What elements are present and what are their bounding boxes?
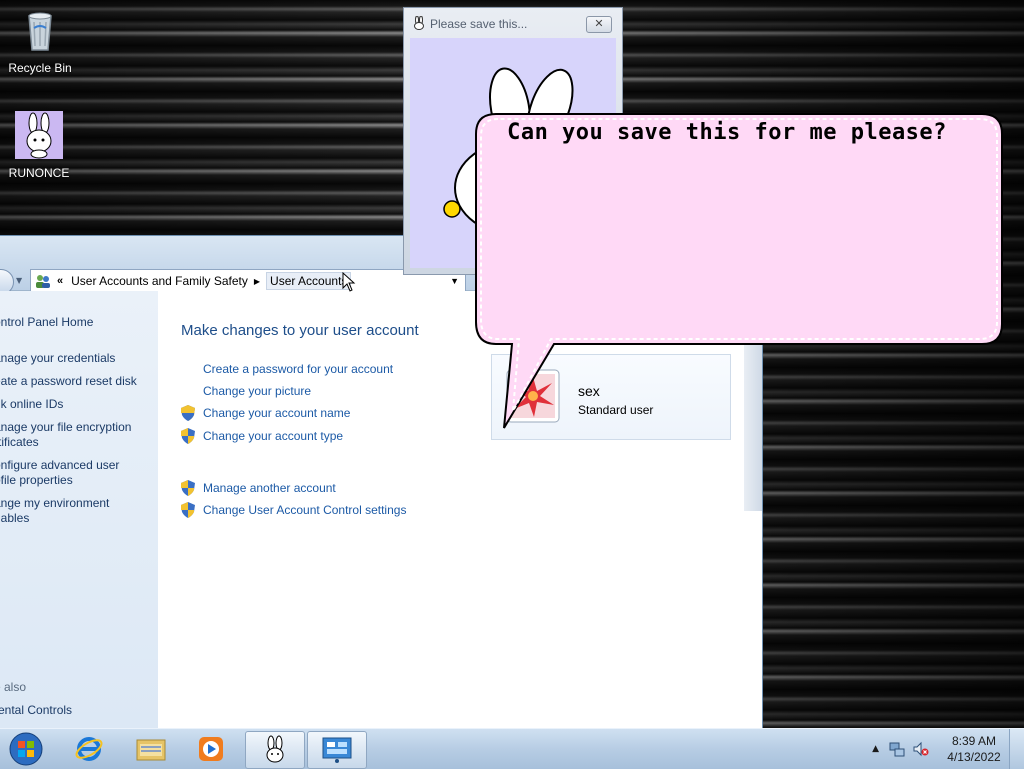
link-text-line: ofile properties bbox=[0, 473, 73, 487]
left-navigation-pane: ontrol Panel Home anage your credentials… bbox=[0, 291, 158, 730]
volume-muted-icon[interactable] bbox=[913, 741, 929, 757]
advanced-user-profile-link[interactable]: onfigure advanced user ofile properties bbox=[0, 458, 119, 488]
task-label: Change your account type bbox=[203, 429, 344, 443]
show-desktop-button[interactable] bbox=[1009, 729, 1024, 769]
link-text-line: ange my environment bbox=[0, 496, 110, 510]
uac-shield-icon bbox=[181, 405, 195, 421]
taskbar: ▲ 8:39 AM 4/13/2022 bbox=[0, 728, 1024, 769]
task-label: Create a password for your account bbox=[203, 362, 394, 376]
speech-bubble: Can you save this for me please? bbox=[442, 106, 1004, 436]
desktop-icon-recycle-bin[interactable]: Recycle Bin bbox=[2, 6, 78, 75]
password-reset-disk-link[interactable]: eate a password reset disk bbox=[0, 374, 137, 389]
task-label: Change User Account Control settings bbox=[203, 503, 407, 517]
change-account-name-link[interactable]: Change your account name bbox=[181, 405, 350, 421]
control-panel-icon bbox=[322, 737, 352, 763]
mouse-cursor-icon bbox=[342, 272, 356, 292]
internet-explorer-icon bbox=[75, 737, 103, 761]
link-text-line: rtificates bbox=[0, 435, 39, 449]
recycle-bin-icon bbox=[28, 12, 52, 51]
parental-controls-link[interactable]: rental Controls bbox=[0, 703, 72, 718]
windows-orb-icon bbox=[9, 732, 43, 766]
recent-pages-chevron-icon[interactable]: ▼ bbox=[16, 276, 22, 285]
task-label: Change your account name bbox=[203, 406, 351, 420]
create-password-link[interactable]: Create a password for your account bbox=[203, 362, 393, 376]
uac-shield-icon bbox=[181, 480, 195, 496]
taskbar-control-panel[interactable] bbox=[307, 731, 367, 769]
breadcrumb-user-accounts-family-safety[interactable]: User Accounts and Family Safety bbox=[71, 274, 248, 288]
bunny-icon bbox=[15, 111, 63, 159]
breadcrumb-user-accounts[interactable]: User Accounts bbox=[266, 272, 352, 290]
speech-bubble-shape bbox=[475, 113, 1003, 429]
uac-shield-icon bbox=[181, 502, 195, 518]
bunny-icon bbox=[266, 735, 284, 763]
breadcrumb-separator-icon[interactable]: ▶ bbox=[254, 277, 260, 286]
notification-area: ▲ 8:39 AM 4/13/2022 bbox=[872, 729, 1024, 769]
change-picture-link[interactable]: Change your picture bbox=[203, 384, 311, 398]
desktop-icon-label: Recycle Bin bbox=[8, 61, 72, 75]
speech-bubble-text: Can you save this for me please? bbox=[507, 120, 947, 145]
clock-time: 8:39 AM bbox=[951, 734, 997, 748]
desktop-icon-runonce[interactable]: RUNONCE bbox=[1, 111, 77, 180]
user-accounts-icon bbox=[36, 275, 50, 288]
link-text-line: riables bbox=[0, 511, 30, 525]
uac-shield-icon bbox=[181, 428, 195, 444]
page-title: Make changes to your user account bbox=[181, 322, 419, 339]
bunny-icon bbox=[414, 16, 424, 30]
taskbar-windows-explorer[interactable] bbox=[122, 731, 180, 767]
environment-variables-link[interactable]: ange my environment riables bbox=[0, 496, 109, 526]
close-button[interactable]: ✕ bbox=[586, 16, 612, 33]
desktop-icon-label: RUNONCE bbox=[8, 166, 70, 180]
uac-settings-link[interactable]: Change User Account Control settings bbox=[181, 502, 406, 518]
address-bar[interactable]: « User Accounts and Family Safety ▶ User… bbox=[30, 269, 466, 293]
start-button[interactable] bbox=[0, 731, 52, 767]
window-title: Please save this... bbox=[430, 17, 528, 31]
taskbar-bunny-app[interactable] bbox=[245, 731, 305, 769]
task-label: Manage another account bbox=[203, 481, 336, 495]
task-label: Change your picture bbox=[203, 384, 312, 398]
control-panel-home-link[interactable]: ontrol Panel Home bbox=[0, 315, 93, 330]
folder-icon bbox=[136, 739, 166, 761]
breadcrumb-overflow-icon[interactable]: « bbox=[57, 275, 63, 287]
link-text-line: onfigure advanced user bbox=[0, 458, 120, 472]
show-hidden-icons-chevron-icon[interactable]: ▲ bbox=[872, 744, 879, 754]
media-player-icon bbox=[199, 737, 223, 761]
link-text-line: anage your file encryption bbox=[0, 420, 132, 434]
change-account-type-link[interactable]: Change your account type bbox=[181, 428, 343, 444]
taskbar-media-player[interactable] bbox=[182, 731, 240, 767]
manage-another-account-link[interactable]: Manage another account bbox=[181, 480, 336, 496]
file-encryption-link[interactable]: anage your file encryption rtificates bbox=[0, 420, 131, 450]
see-also-heading: e also bbox=[0, 680, 27, 694]
system-clock[interactable]: 8:39 AM 4/13/2022 bbox=[939, 733, 1009, 765]
taskbar-internet-explorer[interactable] bbox=[60, 731, 118, 767]
manage-credentials-link[interactable]: anage your credentials bbox=[0, 351, 115, 366]
link-online-ids-link[interactable]: nk online IDs bbox=[0, 397, 63, 412]
network-icon[interactable] bbox=[889, 741, 905, 757]
clock-date: 4/13/2022 bbox=[947, 750, 1001, 764]
